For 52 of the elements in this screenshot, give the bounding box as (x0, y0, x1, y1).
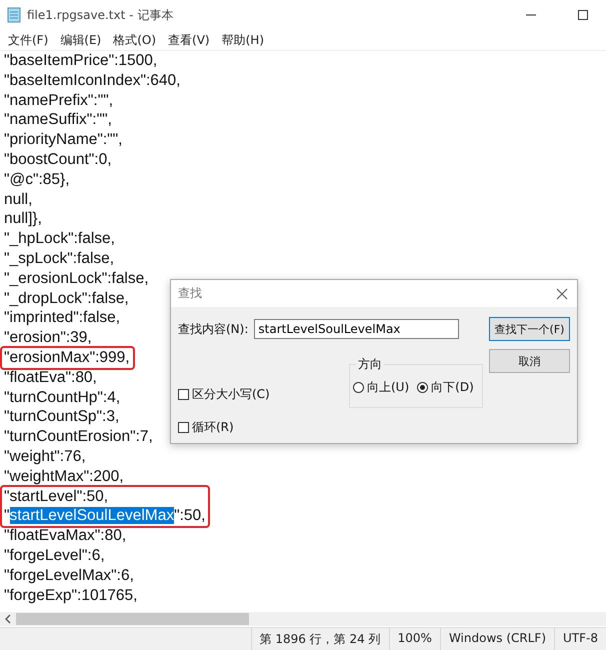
radio-option[interactable]: 向下(D) (417, 379, 474, 396)
text-line: "floatEva":80, (4, 368, 97, 388)
text-line: "baseItemPrice":1500, (4, 51, 158, 71)
text-line: "erosion":39, (4, 328, 92, 348)
text-line: "turnCountSp":3, (4, 407, 120, 428)
text-line: "imprinted":false, (4, 308, 120, 328)
find-label: 查找内容(N): (178, 320, 248, 338)
checkbox-option[interactable]: 区分大小写(C) (178, 386, 270, 403)
find-field[interactable]: startLevelSoulLevelMax (254, 319, 460, 339)
text-line: "_spLock":false, (4, 248, 114, 269)
text-line: "forgeLevelMax":6, (4, 566, 134, 586)
text-line: "_hpLock":false, (4, 229, 115, 249)
text-line: "@c":85}, (4, 170, 70, 190)
text-line: null]}, (4, 209, 42, 230)
status-text: 100% (388, 628, 440, 650)
text-line: "weight":76, (4, 446, 86, 467)
status-text: Windows (CRLF) (440, 628, 554, 650)
text-line: "forgeLevel":6, (4, 546, 105, 566)
text-line: "boostCount":0, (4, 150, 112, 170)
status-text: 第 1896 行，第 24 列 (250, 628, 389, 650)
horizontal-scrollbar[interactable] (0, 612, 606, 626)
text-line: "priorityName":"", (4, 130, 122, 150)
text-line: "turnCountHp":4, (4, 388, 120, 408)
dialog-title: 查找 (178, 285, 202, 302)
text-line: "namePrefix":"", (4, 90, 114, 110)
text-line: "nameSuffix":"", (4, 110, 112, 130)
text-line: "erosionMax":999, (4, 348, 130, 368)
scrollbar-thumb[interactable] (16, 613, 249, 625)
text-line: "_dropLock":false, (4, 288, 129, 308)
text-line: "_erosionLock":false, (4, 268, 149, 289)
maximize-icon (578, 10, 588, 20)
text-line: null, (4, 190, 32, 210)
dialog-button[interactable]: 查找下一个(F) (489, 317, 570, 341)
status-text: UTF-8 (554, 628, 606, 650)
menu-item[interactable]: 查看(V) (162, 32, 216, 48)
menu-item[interactable]: 文件(F) (2, 32, 54, 48)
menu-item[interactable]: 帮助(H) (216, 32, 270, 48)
menu-item[interactable]: 格式(O) (107, 32, 162, 48)
radio-option[interactable]: 向上(U) (353, 379, 410, 396)
text-line: "weightMax":200, (4, 466, 124, 487)
text-line: "startLevel":50, (4, 486, 108, 506)
checkbox-option[interactable]: 循环(R) (178, 419, 270, 436)
text-line: "floatEvaMax":80, (4, 526, 126, 546)
text-line: "startLevelSoulLevelMax":50, (4, 506, 206, 526)
menu-item[interactable]: 编辑(E) (54, 32, 108, 48)
close-button[interactable] (555, 286, 569, 300)
notepad-icon (7, 7, 21, 23)
text-line: "forgeExp":101765, (4, 586, 138, 606)
dialog-button[interactable]: 取消 (489, 349, 570, 373)
window-title: file1.rpgsave.txt - 记事本 (27, 6, 174, 24)
text-line: "turnCountErosion":7, (4, 427, 153, 447)
text-line: "baseItemIconIndex":640, (4, 70, 180, 91)
